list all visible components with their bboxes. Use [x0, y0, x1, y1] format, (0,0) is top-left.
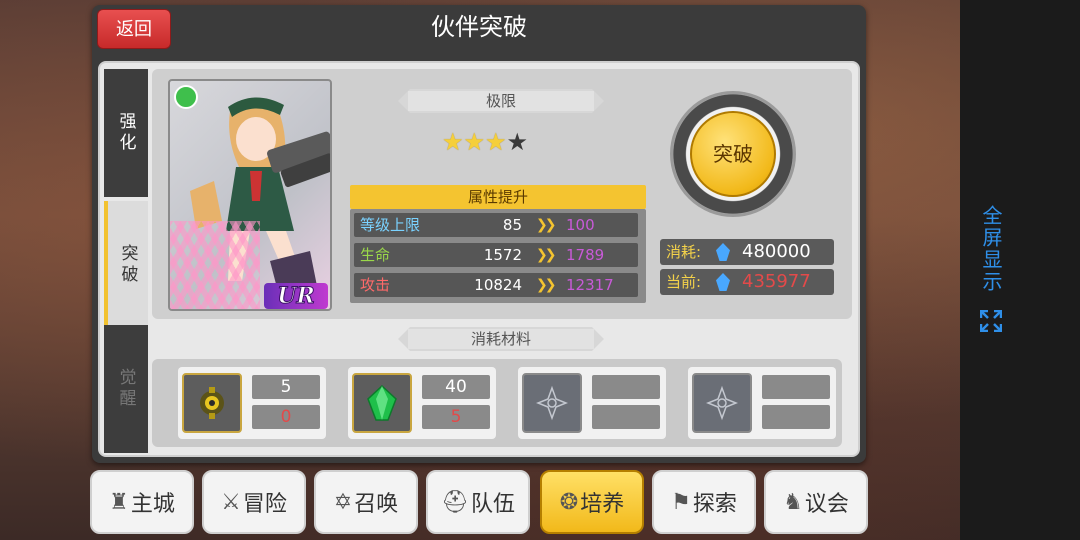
material-slot[interactable] [688, 367, 836, 439]
current-row: 当前: 435977 [660, 269, 834, 295]
hex-effect [170, 221, 260, 309]
green-gem-icon[interactable] [352, 373, 412, 433]
tab-breakthrough[interactable]: 突破 [104, 201, 148, 329]
nav-main-city[interactable]: ♜ 主城 [90, 470, 194, 534]
material-required [762, 375, 830, 399]
nav-explore[interactable]: ⚑ 探索 [652, 470, 756, 534]
attribute-row: 攻击 10824 ❯❯ 12317 [354, 273, 638, 297]
nav-team[interactable]: ⛑ 队伍 [426, 470, 530, 534]
star-rating: ★★★★ [442, 129, 552, 155]
material-required [592, 375, 660, 399]
breakthrough-button[interactable]: 突破 [690, 111, 776, 197]
limit-label: 极限 [485, 92, 516, 110]
star-icon: ★ [442, 128, 464, 156]
tab-awaken-label: 觉醒 [115, 368, 136, 410]
limit-header: 极限 [398, 89, 604, 113]
attribute-new-value: 12317 [566, 276, 614, 294]
nav-adventure[interactable]: ⚔ 冒险 [202, 470, 306, 534]
nav-label: 探索 [692, 492, 737, 517]
attribute-new-value: 100 [566, 216, 595, 234]
material-owned: 5 [422, 405, 490, 429]
attribute-table: 等级上限 85 ❯❯ 100 生命 1572 ❯❯ 1789 攻击 10824 … [350, 209, 646, 303]
helmet-icon: ⛑ [441, 489, 469, 515]
materials-header: 消耗材料 [398, 327, 604, 351]
nav-label: 议会 [804, 492, 849, 517]
back-button[interactable]: 返回 [97, 9, 171, 49]
attribute-name: 等级上限 [360, 216, 421, 234]
nav-train[interactable]: ❂ 培养 [540, 470, 644, 534]
dragon-icon: ♞ [783, 489, 803, 515]
nav-label: 队伍 [470, 492, 515, 517]
attribute-old-value: 10824 [474, 276, 522, 294]
current-label: 当前: [666, 273, 702, 291]
character-card[interactable]: UR [168, 79, 332, 311]
current-value: 435977 [742, 271, 811, 292]
attribute-header: 属性提升 [350, 185, 646, 209]
triple-circle-icon: ❂ [559, 489, 579, 515]
attribute-name: 攻击 [360, 276, 391, 294]
materials-panel: 5 0 40 5 [152, 359, 842, 447]
attribute-old-value: 1572 [483, 246, 522, 264]
star-empty-icon: ★ [506, 128, 529, 156]
tab-breakthrough-label: 突破 [117, 244, 138, 286]
material-owned [762, 405, 830, 429]
nav-label: 召唤 [354, 492, 399, 517]
material-required: 5 [252, 375, 320, 399]
blue-crystal-icon [716, 273, 730, 291]
breakthrough-panel: 伙伴突破 返回 强化 突破 觉醒 UR 极限 ★★★★ 属性提升 等级上限 85… [92, 5, 866, 463]
material-required: 40 [422, 375, 490, 399]
rarity-badge: UR [264, 283, 328, 309]
attribute-row: 生命 1572 ❯❯ 1789 [354, 243, 638, 267]
nav-label: 主城 [130, 492, 175, 517]
double-chevron-icon: ❯❯ [536, 277, 557, 293]
page-title: 伙伴突破 [431, 13, 527, 41]
tab-enhance[interactable]: 强化 [104, 69, 148, 197]
attribute-old-value: 85 [502, 216, 522, 234]
nav-council[interactable]: ♞ 议会 [764, 470, 868, 534]
gear-ore-icon[interactable] [182, 373, 242, 433]
fullscreen-icon[interactable] [980, 310, 1002, 332]
panel-body: 强化 突破 觉醒 UR 极限 ★★★★ 属性提升 等级上限 85 ❯❯ 100 … [98, 61, 860, 457]
cost-row: 消耗: 480000 [660, 239, 834, 265]
crossed-swords-icon: ⚔ [221, 489, 241, 515]
tab-enhance-label: 强化 [115, 112, 136, 154]
double-chevron-icon: ❯❯ [536, 217, 557, 233]
attribute-row: 等级上限 85 ❯❯ 100 [354, 213, 638, 237]
material-slot[interactable] [518, 367, 666, 439]
nav-label: 冒险 [242, 492, 287, 517]
castle-icon: ♜ [109, 489, 129, 515]
double-chevron-icon: ❯❯ [536, 247, 557, 263]
cost-value: 480000 [742, 241, 811, 262]
attribute-name: 生命 [360, 246, 391, 264]
material-owned: 0 [252, 405, 320, 429]
material-slot[interactable]: 5 0 [178, 367, 326, 439]
attribute-new-value: 1789 [566, 246, 605, 264]
empty-slot-icon [692, 373, 752, 433]
cost-label: 消耗: [666, 243, 702, 261]
fullscreen-button[interactable]: 全屏显示 [976, 205, 1006, 293]
materials-label: 消耗材料 [470, 330, 531, 348]
empty-slot-icon [522, 373, 582, 433]
material-slot[interactable]: 40 5 [348, 367, 496, 439]
tab-awaken[interactable]: 觉醒 [104, 325, 148, 453]
nav-label: 培养 [580, 492, 625, 517]
explorer-icon: ⚑ [671, 489, 691, 515]
material-owned [592, 405, 660, 429]
breakthrough-content: UR 极限 ★★★★ 属性提升 等级上限 85 ❯❯ 100 生命 1572 ❯… [152, 69, 852, 319]
leaf-icon [174, 85, 198, 109]
hexagram-icon: ✡ [333, 489, 353, 515]
star-icon: ★ [463, 128, 486, 156]
nav-summon[interactable]: ✡ 召唤 [314, 470, 418, 534]
blue-crystal-icon [716, 243, 730, 261]
star-icon: ★ [485, 128, 507, 156]
